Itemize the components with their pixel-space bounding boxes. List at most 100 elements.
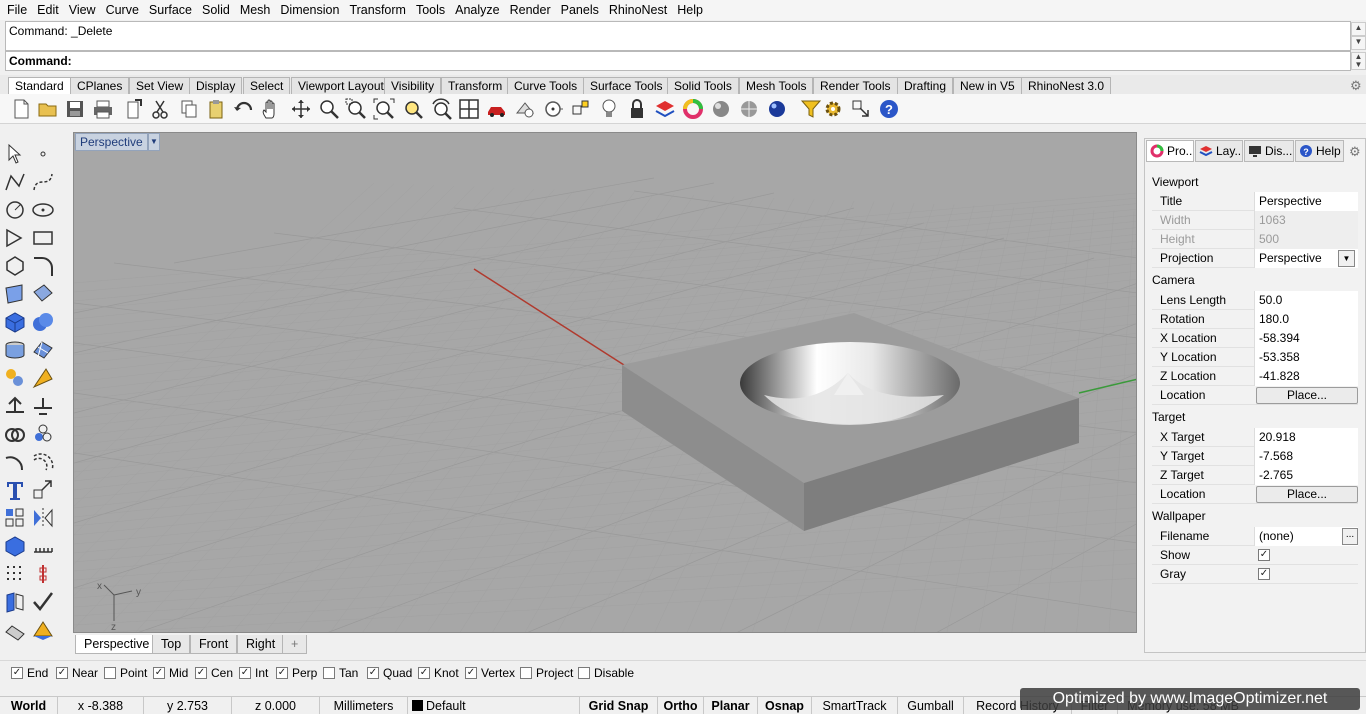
osnap-tan-checkbox[interactable] xyxy=(323,667,335,679)
lightbulb-icon[interactable] xyxy=(598,98,620,120)
viewport-title[interactable]: Perspective xyxy=(75,133,148,151)
y-location-field[interactable]: -53.358 xyxy=(1254,348,1358,367)
fillet-edge-icon[interactable] xyxy=(3,450,27,474)
tab-render-tools[interactable]: Render Tools xyxy=(813,77,898,94)
osnap-point[interactable]: Point xyxy=(104,666,147,680)
toolbar-gear-icon[interactable]: ⚙ xyxy=(1350,78,1362,94)
solid-block-model[interactable] xyxy=(622,313,1079,531)
zoom-window-icon[interactable] xyxy=(345,98,367,120)
viewport-menu-chevron-icon[interactable]: ▼ xyxy=(148,133,160,151)
viewport-tab-perspective[interactable]: Perspective xyxy=(75,635,159,654)
array-icon[interactable] xyxy=(3,506,27,530)
mirror-icon[interactable] xyxy=(31,506,55,530)
osnap-vertex-checkbox[interactable]: ✓ xyxy=(465,667,477,679)
show-checkbox[interactable]: ✓ xyxy=(1258,549,1270,561)
planar-toggle[interactable]: Planar xyxy=(704,697,758,714)
curve-icon[interactable] xyxy=(31,170,55,194)
grid-snap-icon[interactable] xyxy=(31,534,55,558)
points-grid-icon[interactable] xyxy=(3,562,27,586)
title-field[interactable]: Perspective xyxy=(1254,192,1358,211)
import-icon[interactable] xyxy=(123,98,145,120)
menu-render[interactable]: Render xyxy=(505,0,556,20)
tab-transform[interactable]: Transform xyxy=(441,77,510,94)
gray-checkbox[interactable]: ✓ xyxy=(1258,568,1270,580)
car-render-icon[interactable] xyxy=(486,98,508,120)
point-icon[interactable] xyxy=(31,142,55,166)
menu-view[interactable]: View xyxy=(64,0,101,20)
tab-drafting[interactable]: Drafting xyxy=(897,77,954,94)
menu-solid[interactable]: Solid xyxy=(197,0,235,20)
menu-tools[interactable]: Tools xyxy=(411,0,450,20)
panel-tab-display[interactable]: Dis... xyxy=(1244,140,1294,162)
panel-tab-layers[interactable]: Lay... xyxy=(1195,140,1243,162)
rotate-camera-icon[interactable] xyxy=(430,98,452,120)
extrude-icon[interactable] xyxy=(3,338,27,362)
transform-move-icon[interactable] xyxy=(3,394,27,418)
select-filter-icon[interactable] xyxy=(850,98,872,120)
panel-tab-properties[interactable]: Pro... xyxy=(1146,140,1194,162)
osnap-near-checkbox[interactable]: ✓ xyxy=(56,667,68,679)
align-icon[interactable] xyxy=(31,394,55,418)
osnap-mid-checkbox[interactable]: ✓ xyxy=(153,667,165,679)
layer-icon[interactable] xyxy=(654,98,676,120)
cut-icon[interactable] xyxy=(149,98,171,120)
perspective-viewport[interactable]: x y z xyxy=(73,132,1137,633)
surface-icon[interactable] xyxy=(3,282,27,306)
status-cplane[interactable]: World xyxy=(0,697,58,714)
osnap-quad-checkbox[interactable]: ✓ xyxy=(367,667,379,679)
z-target-field[interactable]: -2.765 xyxy=(1254,466,1358,485)
point-object-icon[interactable] xyxy=(542,98,564,120)
viewport-tab-top[interactable]: Top xyxy=(152,635,191,654)
menu-dimension[interactable]: Dimension xyxy=(275,0,344,20)
projection-chevron-down-icon[interactable]: ▼ xyxy=(1338,250,1355,267)
group-icon[interactable] xyxy=(31,422,55,446)
osnap-disable[interactable]: Disable xyxy=(578,666,634,680)
x-location-field[interactable]: -58.394 xyxy=(1254,329,1358,348)
status-units[interactable]: Millimeters xyxy=(320,697,408,714)
solid-box-icon[interactable] xyxy=(3,310,27,334)
menu-edit[interactable]: Edit xyxy=(32,0,64,20)
shaded-sphere-icon[interactable] xyxy=(710,98,732,120)
menu-mesh[interactable]: Mesh xyxy=(235,0,276,20)
grid-snap-toggle[interactable]: Grid Snap xyxy=(580,697,658,714)
osnap-knot-checkbox[interactable]: ✓ xyxy=(418,667,430,679)
menu-file[interactable]: File xyxy=(2,0,32,20)
polyline-icon[interactable] xyxy=(3,170,27,194)
osnap-cen-checkbox[interactable]: ✓ xyxy=(195,667,207,679)
tab-viewport-layout[interactable]: Viewport Layout xyxy=(291,77,391,94)
print-icon[interactable] xyxy=(92,98,114,120)
zoom-extents-icon[interactable] xyxy=(373,98,395,120)
open-file-icon[interactable] xyxy=(37,98,59,120)
osnap-int[interactable]: ✓ Int xyxy=(239,666,268,680)
fillet-curve-icon[interactable] xyxy=(31,254,55,278)
new-file-icon[interactable] xyxy=(10,98,32,120)
history-scroll-down[interactable]: ▼ xyxy=(1351,36,1366,50)
tab-new-in-v5[interactable]: New in V5 xyxy=(953,77,1022,94)
snap-icon[interactable] xyxy=(570,98,592,120)
viewport-tab-right[interactable]: Right xyxy=(237,635,285,654)
help-icon[interactable]: ? xyxy=(878,98,900,120)
text-icon[interactable] xyxy=(3,478,27,502)
zoom-icon[interactable] xyxy=(318,98,340,120)
osnap-project-checkbox[interactable] xyxy=(520,667,532,679)
browse-file-button[interactable]: ... xyxy=(1342,528,1358,545)
tab-visibility[interactable]: Visibility xyxy=(384,77,442,94)
undo-icon[interactable] xyxy=(233,98,255,120)
lock-icon[interactable] xyxy=(626,98,648,120)
copy-icon[interactable] xyxy=(178,98,200,120)
scale-icon[interactable] xyxy=(31,478,55,502)
tab-standard[interactable]: Standard xyxy=(8,77,71,94)
lens-length-field[interactable]: 50.0 xyxy=(1254,291,1358,310)
render-light-icon[interactable] xyxy=(3,366,27,390)
osnap-point-checkbox[interactable] xyxy=(104,667,116,679)
tab-curve-tools[interactable]: Curve Tools xyxy=(507,77,585,94)
filter-icon[interactable] xyxy=(800,98,822,120)
gear-options-icon[interactable] xyxy=(822,98,844,120)
rotation-field[interactable]: 180.0 xyxy=(1254,310,1358,329)
analyze-icon[interactable] xyxy=(3,590,27,614)
block-icon[interactable] xyxy=(3,534,27,558)
osnap-end[interactable]: ✓ End xyxy=(11,666,48,680)
tab-set-view[interactable]: Set View xyxy=(129,77,191,94)
ortho-toggle[interactable]: Ortho xyxy=(658,697,704,714)
osnap-perp[interactable]: ✓ Perp xyxy=(276,666,317,680)
